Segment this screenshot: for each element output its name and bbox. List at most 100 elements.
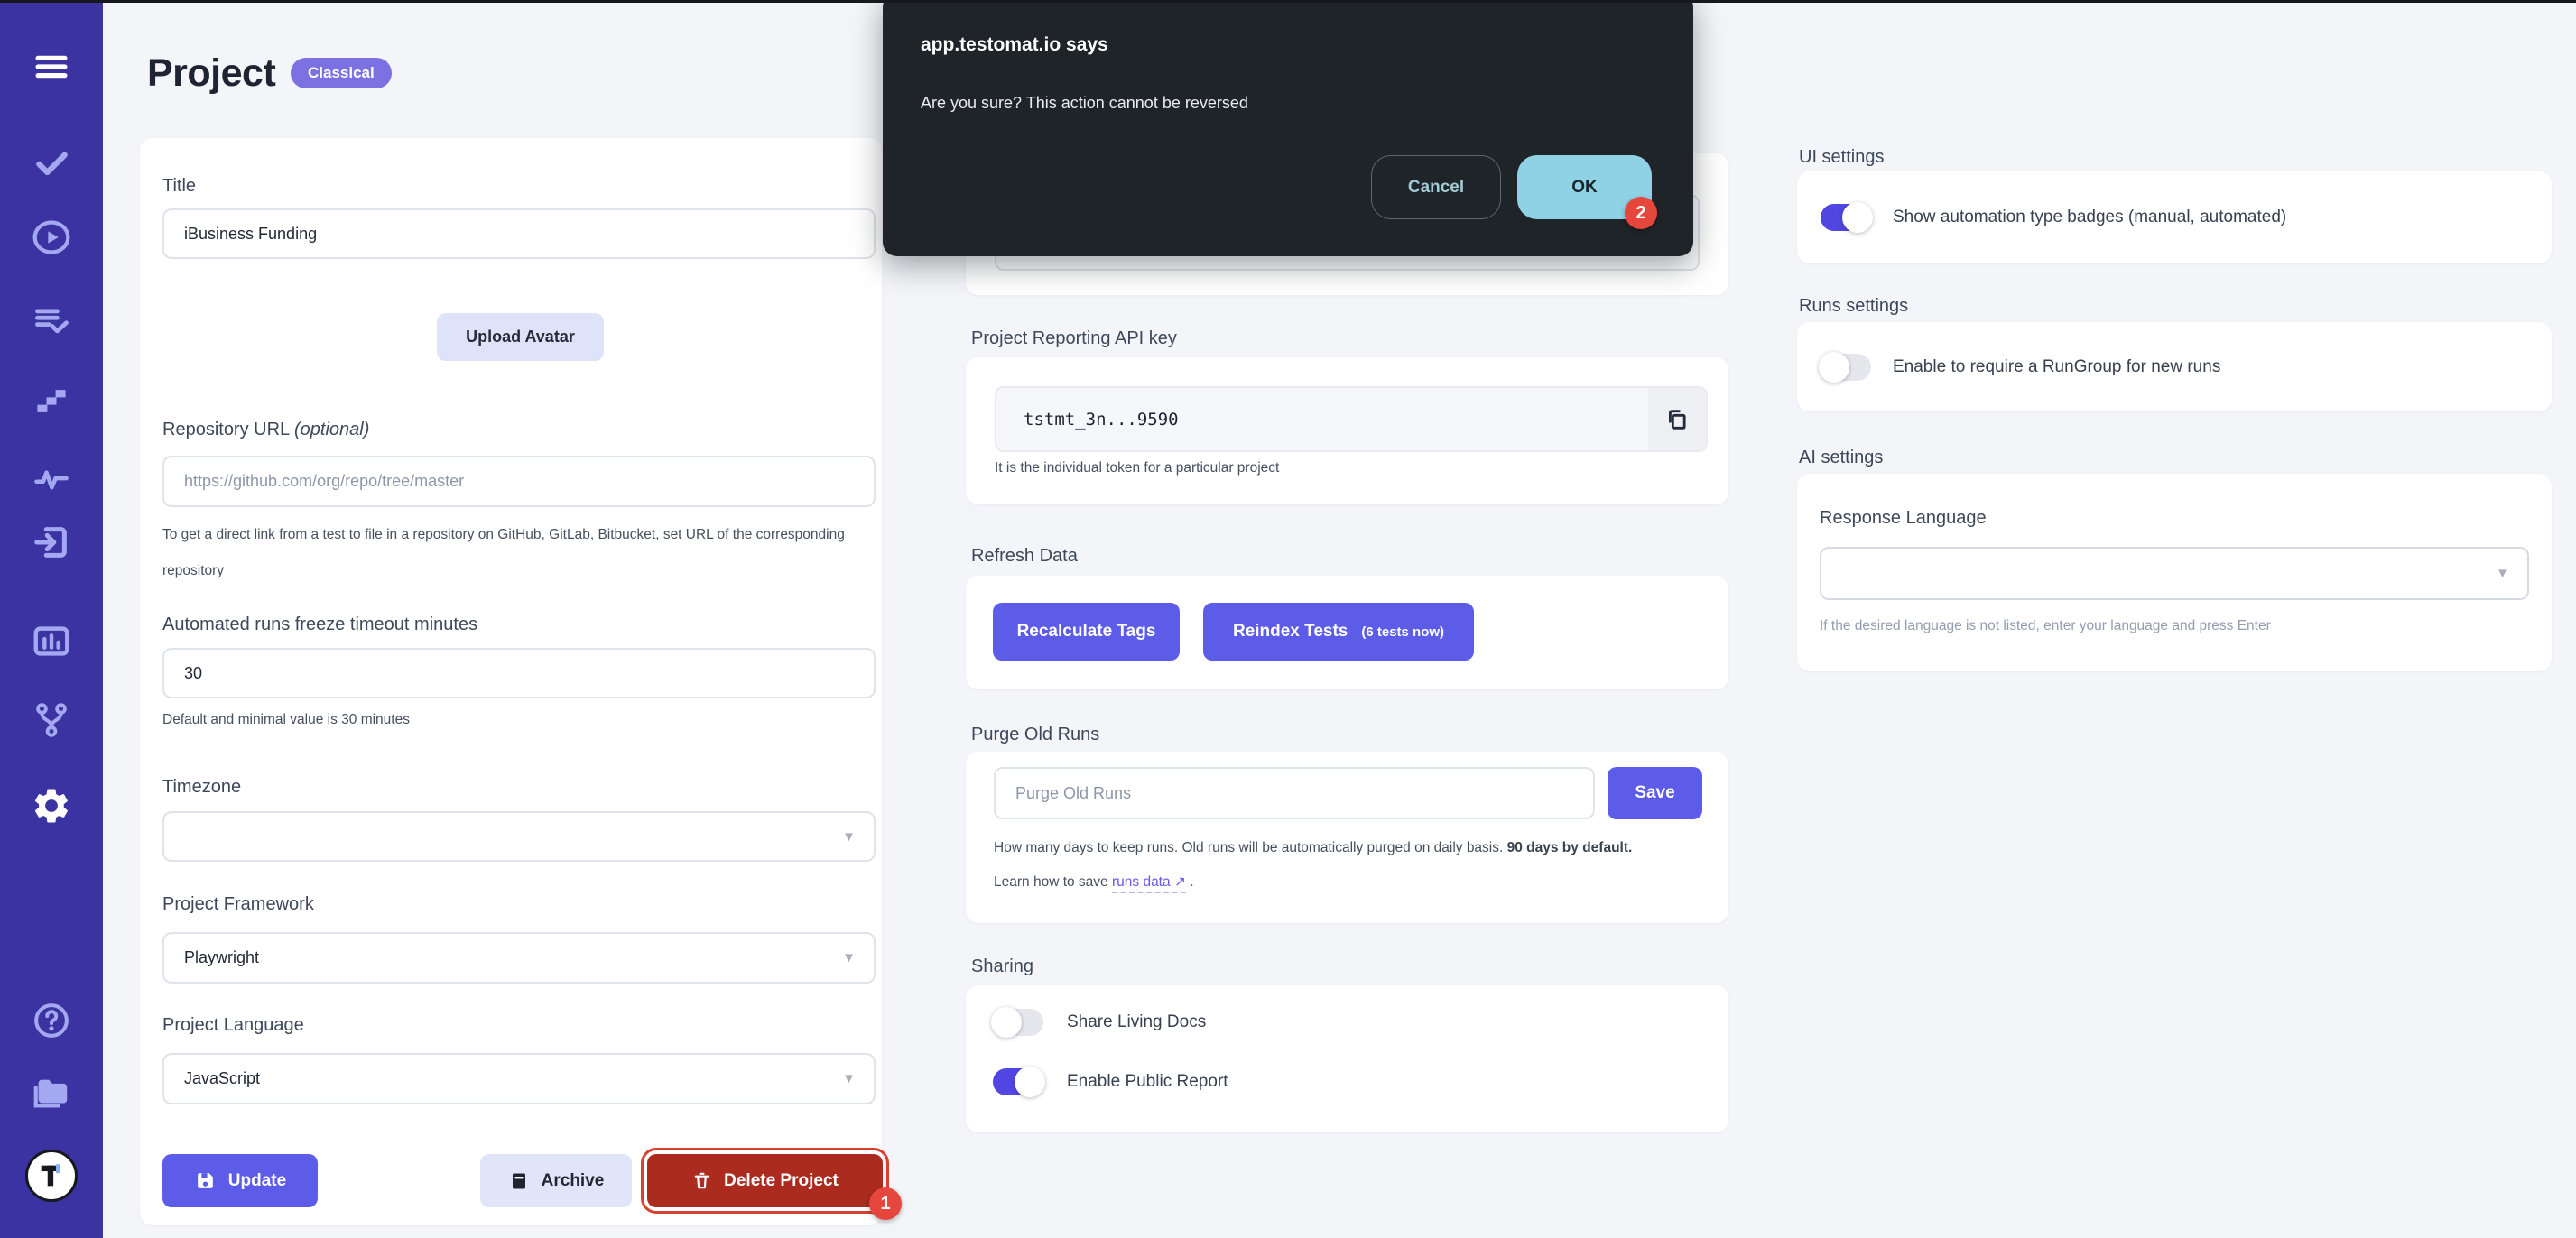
toggle-knob (1842, 202, 1873, 233)
enable-public-report-label: Enable Public Report (1067, 1072, 1228, 1091)
enable-public-report-row: Enable Public Report (993, 1067, 1228, 1097)
cancel-button[interactable]: Cancel (1371, 155, 1501, 219)
response-language-label: Response Language (1820, 508, 1987, 528)
response-language-select[interactable]: ▼ (1820, 547, 2529, 600)
title-label: Title (162, 176, 197, 196)
chevron-down-icon: ▼ (842, 828, 856, 845)
purge-input-wrap (994, 767, 1595, 819)
repository-url-label-text: Repository URL (162, 420, 294, 439)
sign-in-icon[interactable] (31, 522, 72, 563)
title-input-wrap (162, 208, 876, 259)
purge-input[interactable] (1015, 783, 1573, 803)
gear-icon[interactable] (31, 785, 72, 827)
archive-button-label: Archive (541, 1170, 605, 1190)
api-key-hint: It is the individual token for a particu… (995, 460, 1280, 476)
activity-icon[interactable] (32, 459, 71, 499)
purge-hint: How many days to keep runs. Old runs wil… (994, 831, 1666, 900)
project-form-card: Title Upload Avatar Repository URL (opti… (140, 138, 902, 1225)
runs-data-link-text: runs data (1111, 874, 1171, 890)
purge-old-runs-card: Save How many days to keep runs. Old run… (966, 752, 1728, 923)
rungroup-toggle[interactable] (1819, 351, 1871, 383)
archive-icon (512, 1173, 525, 1188)
show-badges-row: Show automation type badges (manual, aut… (1797, 171, 2552, 263)
refresh-data-label: Refresh Data (971, 546, 1078, 566)
testomat-logo-circle (25, 1150, 78, 1202)
title-input[interactable] (184, 224, 854, 244)
timeout-hint: Default and minimal value is 30 minutes (162, 712, 410, 727)
project-settings-page: Project Classical Title Upload Avatar Re… (0, 0, 2576, 1238)
reindex-tests-count: (6 tests now) (1361, 624, 1445, 640)
list-check-icon[interactable] (32, 300, 71, 340)
toggle-knob (1819, 351, 1849, 383)
toggle-knob (1015, 1067, 1045, 1097)
copy-button[interactable] (1648, 388, 1706, 450)
language-label: Project Language (162, 1015, 304, 1035)
window-top-border (0, 0, 2576, 3)
language-value: JavaScript (184, 1069, 261, 1087)
recalculate-tags-button[interactable]: Recalculate Tags (993, 603, 1180, 661)
framework-label: Project Framework (162, 894, 314, 914)
response-language-hint: If the desired language is not listed, e… (1820, 618, 2271, 633)
timeout-input-wrap (162, 648, 876, 698)
archive-button[interactable]: Archive (480, 1154, 632, 1207)
share-living-docs-label: Share Living Docs (1067, 1012, 1207, 1031)
ai-settings-label: AI settings (1799, 448, 1884, 467)
purge-hint-text-2: Learn how to save (994, 874, 1112, 890)
runs-settings-label: Runs settings (1799, 296, 1909, 316)
api-key-label: Project Reporting API key (971, 328, 1177, 348)
language-select[interactable]: JavaScript ▼ (162, 1053, 876, 1104)
rungroup-row: Enable to require a RunGroup for new run… (1797, 322, 2552, 411)
update-button[interactable]: Update (162, 1154, 318, 1207)
api-key-row: tstmt_3n...9590 (995, 386, 1708, 452)
share-living-docs-row: Share Living Docs (991, 1007, 1207, 1038)
enable-public-report-toggle[interactable] (993, 1067, 1045, 1097)
sidebar (0, 0, 103, 1238)
check-icon[interactable] (32, 143, 71, 182)
annotation-badge-2: 2 (1625, 197, 1657, 229)
timezone-select[interactable]: ▼ (162, 811, 876, 862)
menu-icon[interactable] (32, 48, 70, 86)
help-circle-icon[interactable] (32, 1001, 71, 1040)
save-button[interactable]: Save (1608, 767, 1702, 819)
share-living-docs-toggle[interactable] (991, 1007, 1043, 1038)
ok-button-label: OK (1571, 177, 1598, 197)
delete-button-label: Delete Project (724, 1170, 839, 1190)
timezone-label: Timezone (162, 777, 242, 797)
repository-url-input[interactable] (184, 472, 854, 491)
copy-icon (1669, 409, 1686, 430)
repository-url-optional: (optional) (293, 420, 370, 439)
timeout-input[interactable] (184, 663, 854, 683)
delete-project-button[interactable]: Delete Project 1 (641, 1148, 902, 1220)
purge-hint-bold: 90 days by default. (1506, 840, 1633, 855)
show-badges-toggle[interactable] (1821, 202, 1873, 233)
ui-settings-card: Show automation type badges (manual, aut… (1797, 171, 2552, 263)
purge-old-runs-label: Purge Old Runs (971, 725, 1100, 744)
ai-settings-card: Response Language ▼ If the desired langu… (1797, 474, 2552, 671)
framework-value: Playwright (184, 948, 260, 966)
framework-select[interactable]: Playwright ▼ (162, 932, 876, 984)
folder-icon[interactable] (31, 1072, 72, 1113)
git-branch-icon[interactable] (31, 699, 72, 741)
steps-icon[interactable] (32, 381, 71, 420)
runs-settings-card: Enable to require a RunGroup for new run… (1797, 322, 2552, 411)
api-key-value: tstmt_3n...9590 (1024, 409, 1179, 430)
testomat-logo[interactable] (25, 1150, 78, 1202)
bar-chart-icon[interactable] (31, 621, 72, 662)
trash-icon (694, 1172, 709, 1189)
repository-url-input-wrap (162, 456, 876, 507)
external-link-icon: ↗ (1173, 874, 1186, 890)
page-title: Project (147, 51, 276, 95)
chevron-down-icon: ▼ (2496, 566, 2509, 581)
repository-url-hint: To get a direct link from a test to file… (162, 527, 845, 578)
annotation-badge-1: 1 (869, 1187, 902, 1220)
runs-data-link[interactable]: runs data ↗ (1111, 874, 1186, 893)
refresh-data-card: Recalculate Tags Reindex Tests (6 tests … (966, 576, 1728, 689)
dialog-message: Are you sure? This action cannot be reve… (921, 94, 1248, 112)
toggle-knob (991, 1007, 1022, 1038)
sharing-label: Sharing (971, 956, 1033, 976)
ok-button[interactable]: OK 2 (1517, 155, 1657, 229)
upload-avatar-button[interactable]: Upload Avatar (437, 313, 604, 361)
reindex-tests-button[interactable]: Reindex Tests (6 tests now) (1203, 603, 1474, 661)
play-circle-icon[interactable] (32, 217, 71, 257)
show-badges-label: Show automation type badges (manual, aut… (1893, 208, 2287, 226)
